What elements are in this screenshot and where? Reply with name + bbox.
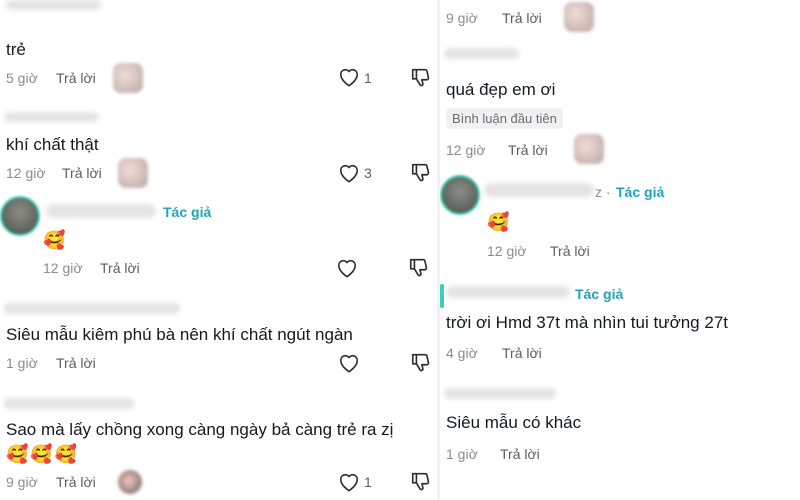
reply-button[interactable]: Trả lời [500,446,540,462]
dislike-icon[interactable] [410,470,432,492]
comment-time: 12 giờ [487,243,527,259]
author-avatar-edge [440,284,444,308]
blurred-username [4,303,180,314]
creator-liked-avatar [113,63,143,93]
reply-button[interactable]: Trả lời [100,260,140,276]
like-count: 3 [364,165,372,181]
comment-time: 9 giờ [6,474,38,490]
comment-time: 1 giờ [446,446,478,462]
comment-time: 1 giờ [6,355,38,371]
comment-text: trẻ [6,40,26,59]
username-suffix: z · [595,184,611,200]
blurred-username [444,48,519,59]
author-tag: Tác giả [575,286,624,302]
blurred-username [6,0,101,10]
grinning-hearts-emoji: 🥰🥰🥰 [6,444,80,464]
blurred-username [4,112,99,122]
creator-liked-avatar [564,2,594,32]
comment-text: Sao mà lấy chồng xong càng ngày bả càng … [6,420,394,439]
blurred-username [444,388,556,399]
like-count: 1 [364,70,372,86]
author-avatar[interactable] [440,175,480,215]
heart-outline-icon[interactable] [338,163,360,183]
comment-time: 5 giờ [6,70,38,86]
creator-liked-avatar [118,158,148,188]
reply-button[interactable]: Trả lời [502,10,542,26]
heart-outline-icon[interactable] [338,472,360,492]
reply-button[interactable]: Trả lời [56,355,96,371]
like-count: 1 [364,474,372,490]
heart-outline-icon[interactable] [338,353,360,373]
reply-button[interactable]: Trả lời [502,345,542,361]
dislike-icon[interactable] [410,66,432,88]
dislike-icon[interactable] [410,351,432,373]
creator-liked-avatar [574,134,604,164]
creator-liked-avatar [118,470,142,494]
reply-button[interactable]: Trả lời [508,142,548,158]
grinning-hearts-emoji: 🥰 [43,230,66,250]
comment-time: 9 giờ [446,10,478,26]
comment-time: 4 giờ [446,345,478,361]
comment-text: Siêu mẫu có khác [446,413,582,432]
blurred-username [484,183,594,197]
dislike-icon[interactable] [408,256,430,278]
blurred-username [446,286,570,298]
author-avatar[interactable] [0,196,40,236]
right-comment-panel: 9 giờ Trả lời quá đẹp em ơi Bình luận đầ… [440,0,800,500]
comment-text: quá đẹp em ơi [446,80,556,99]
dislike-icon[interactable] [410,161,432,183]
author-tag: Tác giả [163,204,212,220]
comment-text: trời ơi Hmd 37t mà nhìn tui tưởng 27t [446,313,728,332]
heart-outline-icon[interactable] [338,67,360,87]
first-comment-badge: Bình luận đầu tiên [446,108,563,129]
reply-button[interactable]: Trả lời [56,474,96,490]
comment-time: 12 giờ [446,142,486,158]
blurred-username [4,398,134,409]
comment-text: khí chất thật [6,135,99,154]
comment-text: Siêu mẫu kiêm phú bà nên khí chất ngút n… [6,325,353,344]
heart-outline-icon[interactable] [336,258,358,278]
author-tag: Tác giả [616,184,665,200]
comment-time: 12 giờ [43,260,83,276]
grinning-hearts-emoji: 🥰 [487,212,510,232]
reply-button[interactable]: Trả lời [550,243,590,259]
comment-time: 12 giờ [6,165,46,181]
reply-button[interactable]: Trả lời [62,165,102,181]
left-comment-panel: trẻ 5 giờ Trả lời 1 khí chất thật 12 giờ… [0,0,437,500]
blurred-username [46,204,156,218]
reply-button[interactable]: Trả lời [56,70,96,86]
